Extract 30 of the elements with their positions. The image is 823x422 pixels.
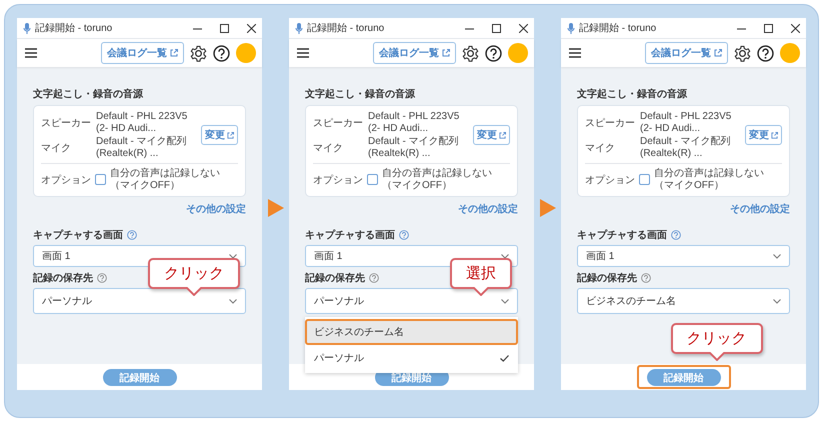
option-label: オプション xyxy=(41,174,91,186)
checkbox-label: 自分の音声は記録しない（マイクOFF） xyxy=(654,168,765,191)
field-label: キャプチャする画面 xyxy=(577,228,667,242)
option-label: オプション xyxy=(313,174,363,186)
field-label: キャプチャする画面 xyxy=(33,228,123,242)
speaker-label: スピーカー xyxy=(585,116,635,130)
speaker-label: スピーカー xyxy=(41,116,91,130)
section-heading: 文字起こし・録音の音源 xyxy=(305,87,416,101)
section-heading: 文字起こし・録音の音源 xyxy=(33,87,144,101)
window-title: 記録開始 - toruno xyxy=(307,22,386,35)
mic-value: Default - マイク配列 (Realtek(R) ... xyxy=(640,136,732,159)
window-title: 記録開始 - toruno xyxy=(579,22,658,35)
speaker-value: Default - PHL 223V5 (2- HD Audi... xyxy=(368,111,460,134)
section-heading: 文字起こし・録音の音源 xyxy=(577,87,688,101)
field-label: キャプチャする画面 xyxy=(305,228,395,242)
mic-label: マイク xyxy=(313,142,344,154)
mic-value: Default - マイク配列 (Realtek(R) ... xyxy=(96,136,188,159)
field-label: 記録の保存先 xyxy=(305,272,365,285)
checkbox-label: 自分の音声は記録しない（マイクOFF） xyxy=(382,168,493,191)
mic-label: マイク xyxy=(585,142,616,154)
mic-label: マイク xyxy=(41,142,72,154)
speaker-value: Default - PHL 223V5 (2- HD Audi... xyxy=(96,111,188,134)
speaker-value: Default - PHL 223V5 (2- HD Audi... xyxy=(640,111,732,134)
checkbox-label: 自分の音声は記録しない（マイクOFF） xyxy=(110,168,221,191)
mic-value: Default - マイク配列 (Realtek(R) ... xyxy=(368,136,460,159)
field-label: 記録の保存先 xyxy=(577,272,637,285)
speaker-label: スピーカー xyxy=(313,116,363,130)
field-label: 記録の保存先 xyxy=(33,272,93,285)
window-title: 記録開始 - toruno xyxy=(35,22,114,35)
option-label: オプション xyxy=(585,174,635,186)
